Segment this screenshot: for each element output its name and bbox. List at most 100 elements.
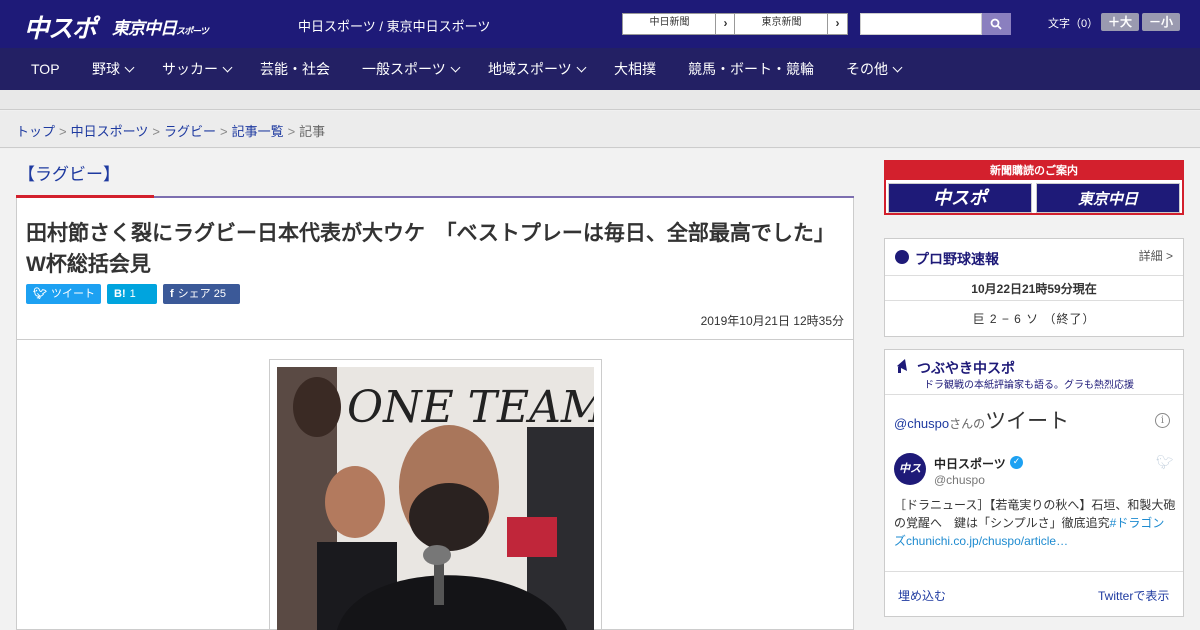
- article-headline: 田村節さく裂にラグビー日本代表が大ウケ 「ベストプレーは毎日、全部最高でした」W…: [26, 222, 835, 276]
- facebook-icon: f: [170, 288, 174, 300]
- baseball-update-time: 10月22日21時59分現在: [971, 282, 1097, 296]
- breadcrumb-chunichi-sports[interactable]: 中日スポーツ: [71, 124, 149, 139]
- megaphone-icon: [897, 359, 907, 373]
- subscription-banner: 新聞購読のご案内 中スポ 東京中日: [884, 160, 1184, 215]
- view-on-twitter-link[interactable]: Twitterで表示: [1098, 587, 1169, 604]
- hatena-count: 1: [129, 288, 136, 300]
- twitter-handle-link[interactable]: @chuspo: [894, 416, 949, 431]
- account-id[interactable]: @chuspo: [934, 473, 985, 487]
- nav-soccer[interactable]: サッカー: [162, 48, 233, 90]
- hatena-bookmark-button[interactable]: B! 1: [107, 284, 157, 304]
- font-smaller-button[interactable]: －小: [1142, 13, 1180, 31]
- search-icon: [990, 18, 1002, 30]
- divider: [885, 571, 1183, 572]
- tokyo-logo-small: スポーツ: [176, 27, 209, 37]
- search-input[interactable]: [860, 13, 982, 35]
- avatar[interactable]: 中スポ: [894, 453, 926, 507]
- category-title: 【ラグビー】: [18, 165, 120, 184]
- tokyo-shimbun-label: 東京新聞: [761, 17, 802, 28]
- nav-label: 芸能・社会: [260, 61, 330, 77]
- nav-label: TOP: [31, 61, 60, 77]
- subscription-title: 新聞購読のご案内: [886, 162, 1182, 180]
- handle-suffix: さんの: [949, 417, 986, 431]
- baseball-scores-box: プロ野球速報 詳細 > 10月22日21時59分現在 巨 2 − 6 ソ （終了…: [884, 238, 1184, 337]
- ad-strip: [0, 90, 1200, 110]
- divider: [885, 394, 1183, 395]
- baseball-detail-link[interactable]: 詳細 >: [1139, 247, 1173, 264]
- facebook-count: 25: [213, 288, 226, 300]
- breadcrumb-top[interactable]: トップ: [16, 124, 55, 139]
- tokyo-shimbun-link[interactable]: 東京新聞 ›: [734, 13, 848, 35]
- account-name[interactable]: 中日スポーツ: [934, 455, 1006, 472]
- chevron-right-icon: ›: [827, 14, 847, 34]
- subscribe-chuspo-button[interactable]: 中スポ: [888, 183, 1032, 213]
- font-size-label: 文字（0）: [1048, 18, 1099, 30]
- breadcrumb-rugby[interactable]: ラグビー: [164, 124, 216, 139]
- nav-baseball[interactable]: 野球: [92, 48, 135, 90]
- facebook-share-button[interactable]: f シェア 25: [163, 284, 240, 304]
- breadcrumb-separator: >: [287, 124, 296, 139]
- hatena-icon: B!: [114, 288, 126, 300]
- breadcrumb-separator: >: [152, 124, 160, 139]
- breadcrumb-separator: >: [219, 124, 228, 139]
- breadcrumb: トップ > 中日スポーツ > ラグビー > 記事一覧 > 記事: [16, 121, 325, 140]
- chevron-right-icon: ›: [715, 14, 735, 34]
- chunichi-shimbun-label: 中日新聞: [649, 17, 690, 28]
- divider: [885, 275, 1183, 276]
- nav-entertainment[interactable]: 芸能・社会: [260, 48, 330, 90]
- embed-link[interactable]: 埋め込む: [898, 587, 946, 604]
- photo-illustration: ONE TEAM: [277, 367, 594, 630]
- tweets-heading-text: ツイート: [985, 410, 1070, 433]
- chunichi-shimbun-link[interactable]: 中日新聞 ›: [622, 13, 736, 35]
- nav-general-sports[interactable]: 一般スポーツ: [362, 48, 461, 90]
- breadcrumb-separator: >: [59, 124, 67, 139]
- chevron-down-icon: [576, 62, 587, 73]
- tweets-subtitle: ドラ観戦の本紙評論家も語る。グラも熱烈応援: [924, 380, 1134, 391]
- nav-top[interactable]: TOP: [31, 48, 60, 90]
- nav-other[interactable]: その他: [846, 48, 903, 90]
- baseball-score[interactable]: 巨 2 − 6 ソ （終了）: [885, 310, 1183, 327]
- subscribe-tokyo-chunichi-button[interactable]: 東京中日: [1036, 183, 1180, 213]
- chevron-down-icon: [892, 62, 903, 73]
- font-larger-button[interactable]: ＋大: [1101, 13, 1139, 31]
- chevron-down-icon: [222, 62, 233, 73]
- nav-label: その他: [846, 61, 888, 77]
- main-nav: TOP 野球 サッカー 芸能・社会 一般スポーツ 地域スポーツ 大相撲 競馬・ボ…: [0, 48, 1200, 90]
- chevron-down-icon: [124, 62, 135, 73]
- chevron-down-icon: [450, 62, 461, 73]
- nav-label: 野球: [92, 61, 120, 77]
- tweet-text: ［ドラニュース］【若竜実りの秋へ】石垣、和製大砲の覚醒へ 鍵は「シンプルさ」徹底…: [894, 496, 1176, 550]
- twitter-bird-icon[interactable]: 🐦︎: [1156, 455, 1174, 471]
- site-names: 中日スポーツ / 東京中日スポーツ: [298, 19, 491, 34]
- nav-keiba[interactable]: 競馬・ボート・競輪: [688, 48, 814, 90]
- nav-sumo[interactable]: 大相撲: [614, 48, 656, 90]
- photo-banner-text: ONE TEAM: [347, 382, 594, 433]
- article-date: 2019年10月21日 12時35分: [700, 314, 844, 328]
- tokyo-logo-text: 東京中日: [112, 19, 177, 39]
- nav-label: 地域スポーツ: [488, 61, 572, 77]
- breadcrumb-article-list[interactable]: 記事一覧: [232, 124, 284, 139]
- nav-label: サッカー: [162, 61, 218, 77]
- verified-badge-icon: ✓: [1010, 456, 1023, 469]
- tokyo-chunichi-logo[interactable]: 東京中日スポーツ: [112, 14, 209, 39]
- tweets-title: つぶやき中スポ: [917, 360, 1015, 376]
- breadcrumb-bar: トップ > 中日スポーツ > ラグビー > 記事一覧 > 記事: [0, 111, 1200, 148]
- baseball-title: プロ野球速報: [915, 251, 999, 267]
- chuspo-logo[interactable]: 中スポ: [24, 9, 97, 45]
- twitter-bird-icon: 🐦︎: [33, 288, 47, 300]
- info-icon[interactable]: i: [1155, 413, 1170, 428]
- nav-label: 競馬・ボート・競輪: [688, 61, 814, 77]
- tweet-label: ツイート: [50, 288, 95, 300]
- nav-local-sports[interactable]: 地域スポーツ: [488, 48, 587, 90]
- article-photo[interactable]: ONE TEAM: [277, 367, 594, 630]
- nav-label: 大相撲: [614, 61, 656, 77]
- facebook-share-label: シェア: [177, 288, 211, 300]
- site-header: 中スポ 東京中日スポーツ 中日スポーツ / 東京中日スポーツ 中日新聞 › 東京…: [0, 0, 1200, 48]
- tweets-heading: @chuspoさんのツイート: [894, 405, 1069, 435]
- breadcrumb-current: 記事: [299, 124, 326, 139]
- divider: [885, 300, 1183, 301]
- nav-label: 一般スポーツ: [362, 61, 446, 77]
- tweet-button[interactable]: 🐦︎ ツイート: [26, 284, 101, 304]
- search-button[interactable]: [982, 13, 1011, 35]
- baseball-icon: [895, 250, 909, 264]
